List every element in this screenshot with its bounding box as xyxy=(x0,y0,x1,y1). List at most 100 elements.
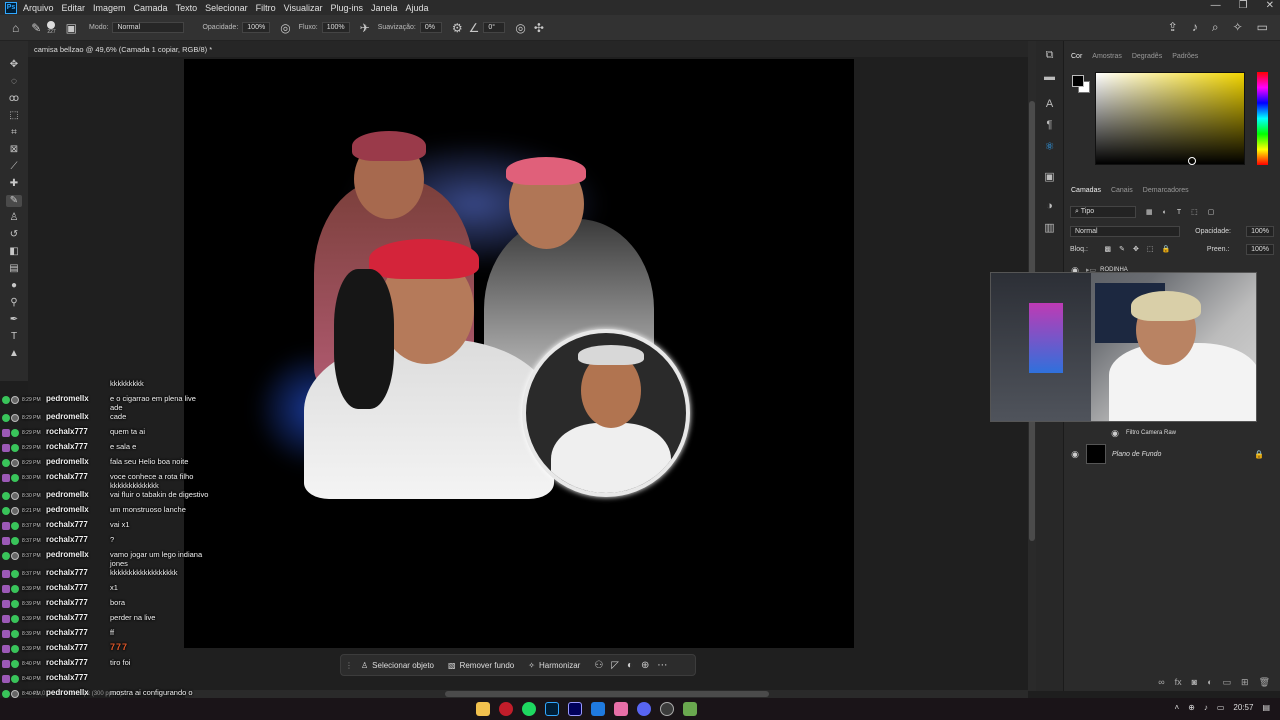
crop-tool-icon[interactable]: ⌗ xyxy=(6,127,22,139)
tab-camadas[interactable]: Camadas xyxy=(1071,187,1101,194)
new-adjustment-icon[interactable]: ◐ xyxy=(1207,677,1212,687)
battery-icon[interactable]: ▭ xyxy=(1217,703,1225,712)
object-selection-tool-icon[interactable]: ⬚ xyxy=(6,110,22,122)
paragraph-panel-icon[interactable]: ¶ xyxy=(1047,119,1053,131)
tab-padroes[interactable]: Padrões xyxy=(1172,53,1198,60)
lasso-tool-icon[interactable]: ꝏ xyxy=(6,93,22,105)
menu-editar[interactable]: Editar xyxy=(62,3,86,13)
brush-settings-icon[interactable]: ▣ xyxy=(66,21,77,35)
history-brush-tool-icon[interactable]: ↺ xyxy=(6,229,22,241)
layer-filter-camera-raw[interactable]: ◉ Filtro Camera Raw xyxy=(1064,426,1280,440)
smoothing-field[interactable]: 0% xyxy=(419,22,442,33)
network-icon[interactable]: ⊕ xyxy=(1188,703,1195,712)
new-group-icon[interactable]: ▭ xyxy=(1223,677,1232,688)
menu-janela[interactable]: Janela xyxy=(371,3,398,13)
menu-ajuda[interactable]: Ajuda xyxy=(406,3,429,13)
frame-tool-icon[interactable]: ⊠ xyxy=(6,144,22,156)
marquee-tool-icon[interactable]: ◌ xyxy=(6,76,22,88)
clone-stamp-tool-icon[interactable]: ♙ xyxy=(6,212,22,224)
brush-preset-picker[interactable]: 227 xyxy=(47,20,56,35)
fill-field[interactable]: 100% xyxy=(1246,243,1274,255)
menu-texto[interactable]: Texto xyxy=(176,3,198,13)
angle-field[interactable]: 0° xyxy=(483,22,506,33)
horizontal-scroll-thumb[interactable] xyxy=(445,691,769,697)
lock-all-icon[interactable]: 🔒 xyxy=(1162,245,1171,253)
color-picker-cursor[interactable] xyxy=(1188,157,1196,165)
path-selection-tool-icon[interactable]: ▲ xyxy=(6,348,22,360)
filter-adjustment-icon[interactable]: ◐ xyxy=(1163,209,1167,216)
minimize-button[interactable]: — xyxy=(1211,0,1221,11)
mode-dropdown[interactable]: Normal xyxy=(112,22,185,33)
new-layer-icon[interactable]: ⊞ xyxy=(1241,677,1249,688)
lock-pixels-icon[interactable]: ✎ xyxy=(1119,245,1125,253)
visibility-eye-icon[interactable]: ◉ xyxy=(1064,449,1086,460)
adjustment-icon[interactable]: ◐ xyxy=(627,660,633,671)
tab-canais[interactable]: Canais xyxy=(1111,187,1133,194)
lock-transparency-icon[interactable]: ▩ xyxy=(1105,245,1112,253)
document-tab[interactable]: camisa bellzao @ 49,6% (Camada 1 copiar,… xyxy=(28,41,1028,57)
eraser-tool-icon[interactable]: ◧ xyxy=(6,246,22,258)
character-panel-icon[interactable]: A xyxy=(1046,98,1053,110)
premiere-icon[interactable] xyxy=(591,702,605,716)
photoshop-taskbar-icon[interactable] xyxy=(545,702,559,716)
menu-filtro[interactable]: Filtro xyxy=(256,3,276,13)
after-effects-icon[interactable] xyxy=(568,702,582,716)
blur-tool-icon[interactable]: ● xyxy=(6,280,22,292)
foreground-color-swatch[interactable] xyxy=(1072,75,1084,87)
pressure-size-icon[interactable]: ◎ xyxy=(515,21,525,35)
layer-filter-dropdown[interactable]: ⌕ Tipo xyxy=(1070,206,1136,218)
filter-type-icon[interactable]: T xyxy=(1177,209,1181,216)
flow-field[interactable]: 100% xyxy=(321,22,350,33)
photos-app-icon[interactable] xyxy=(614,702,628,716)
blend-mode-dropdown[interactable]: Normal xyxy=(1070,225,1180,237)
eyedropper-tool-icon[interactable]: ⟋ xyxy=(6,161,22,173)
search-icon[interactable]: ⌕ xyxy=(1212,20,1219,35)
opera-gx-icon[interactable] xyxy=(499,702,513,716)
drag-handle-icon[interactable]: ⋮ xyxy=(345,661,353,670)
adjustments-panel-icon[interactable]: ◑ xyxy=(1046,200,1053,212)
brush-tool-icon[interactable]: ✎ xyxy=(6,195,22,207)
discover-icon[interactable]: ✧ xyxy=(1233,20,1243,35)
notifications-icon[interactable]: ▤ xyxy=(1262,703,1270,712)
lock-artboard-icon[interactable]: ⬚ xyxy=(1147,245,1154,253)
link-layers-icon[interactable]: ∞ xyxy=(1158,677,1164,687)
people-icon[interactable]: ⚇ xyxy=(594,660,603,671)
layer-opacity-field[interactable]: 100% xyxy=(1246,225,1274,237)
delete-layer-icon[interactable]: 🗑 xyxy=(1259,677,1270,688)
obs-icon[interactable] xyxy=(660,702,674,716)
properties-panel-icon[interactable]: ▥ xyxy=(1044,221,1054,234)
filter-pixel-icon[interactable]: ▦ xyxy=(1146,208,1153,216)
more-options-icon[interactable]: ⋯ xyxy=(657,660,667,671)
workspace-icon[interactable]: ▭ xyxy=(1257,20,1268,35)
document-canvas[interactable] xyxy=(184,59,854,648)
menu-plugins[interactable]: Plug-ins xyxy=(330,3,363,13)
select-subject-button[interactable]: ♙ Selecionar objeto xyxy=(361,661,434,670)
spotify-icon[interactable] xyxy=(522,702,536,716)
chevron-up-icon[interactable]: ˄ xyxy=(1174,703,1179,712)
horizontal-scrollbar[interactable] xyxy=(185,690,1028,698)
layer-background[interactable]: ◉ Plano de Fundo 🔒 xyxy=(1064,443,1280,465)
app-icon[interactable] xyxy=(683,702,697,716)
tab-amostras[interactable]: Amostras xyxy=(1092,53,1122,60)
pen-tool-icon[interactable]: ✒ xyxy=(6,314,22,326)
libraries-panel-icon[interactable]: ▣ xyxy=(1044,170,1054,183)
color-picker-field[interactable] xyxy=(1095,72,1245,165)
comments-panel-icon[interactable]: ▬ xyxy=(1044,71,1055,83)
tab-demarcadores[interactable]: Demarcadores xyxy=(1143,187,1189,194)
menu-imagem[interactable]: Imagem xyxy=(93,3,126,13)
move-tool-icon[interactable]: ✥ xyxy=(6,59,22,71)
menu-selecionar[interactable]: Selecionar xyxy=(205,3,248,13)
gradient-tool-icon[interactable]: ▤ xyxy=(6,263,22,275)
close-button[interactable]: ✕ xyxy=(1266,0,1274,11)
layer-style-icon[interactable]: fx xyxy=(1175,677,1182,687)
plugin-panel-icon[interactable]: ⚛ xyxy=(1045,140,1055,153)
airbrush-icon[interactable]: ✈ xyxy=(360,21,370,35)
dodge-tool-icon[interactable]: ⚲ xyxy=(6,297,22,309)
menu-camada[interactable]: Camada xyxy=(134,3,168,13)
healing-brush-tool-icon[interactable]: ✚ xyxy=(6,178,22,190)
maximize-button[interactable]: ❐ xyxy=(1239,0,1248,11)
lock-position-icon[interactable]: ✥ xyxy=(1133,245,1139,253)
discord-icon[interactable] xyxy=(637,702,651,716)
share-icon[interactable]: ⇪ xyxy=(1168,20,1178,35)
visibility-eye-icon[interactable]: ◉ xyxy=(1104,428,1126,439)
